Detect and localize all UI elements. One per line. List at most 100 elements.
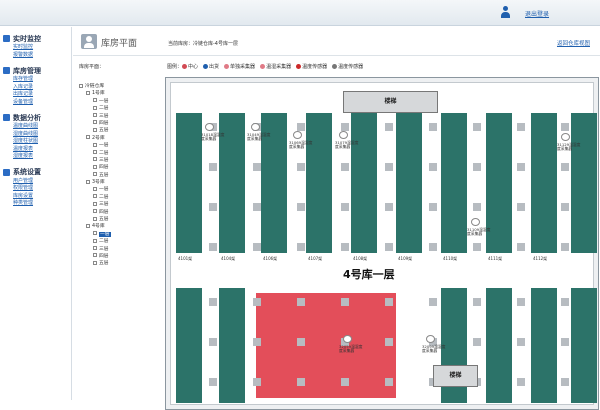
storage-rack[interactable]	[571, 288, 597, 403]
storage-rack[interactable]	[531, 288, 557, 403]
legend-swatch-icon	[296, 64, 302, 69]
sidebar-item[interactable]: 权限管理	[0, 185, 71, 193]
tree-expander-icon[interactable]	[93, 150, 97, 155]
sidebar-item[interactable]: 湿度曲线图	[0, 131, 71, 139]
tree-node[interactable]: 4号库	[79, 223, 159, 230]
tree-node[interactable]: 2号库	[79, 135, 159, 142]
tree-expander-icon[interactable]	[86, 179, 90, 184]
legend-swatch-icon	[260, 64, 266, 69]
tree-expander-icon[interactable]	[93, 172, 97, 177]
pillar	[561, 298, 569, 306]
tree-node[interactable]: 三层	[79, 201, 159, 208]
sidebar-item[interactable]: 报警数据	[0, 52, 71, 60]
nav-group-header[interactable]: 实时监控	[0, 33, 71, 44]
storage-rack[interactable]	[306, 113, 332, 253]
sensor-device-icon[interactable]	[426, 335, 435, 343]
storage-rack[interactable]	[396, 113, 422, 253]
tree-expander-icon[interactable]	[93, 201, 97, 206]
tree-expander-icon[interactable]	[93, 231, 97, 236]
pillar	[341, 243, 349, 251]
nav-group-header[interactable]: 库房管理	[0, 65, 71, 76]
sidebar-item[interactable]: 库存管理	[0, 76, 71, 84]
tree-node[interactable]: 一层	[79, 142, 159, 149]
pillar	[517, 203, 525, 211]
tree-node[interactable]: 二层	[79, 238, 159, 245]
sidebar-item[interactable]: 设备管理	[0, 99, 71, 107]
sensor-device-icon[interactable]	[471, 218, 480, 226]
tree-node[interactable]: 四层	[79, 164, 159, 171]
sensor-device-icon[interactable]	[561, 133, 570, 141]
tree-node[interactable]: 冷链仓库	[79, 83, 159, 90]
sidebar-item[interactable]: 实时监控	[0, 44, 71, 52]
tree-node[interactable]: 五层	[79, 216, 159, 223]
tree-node[interactable]: 三层	[79, 113, 159, 120]
tree-node[interactable]: 四层	[79, 209, 159, 216]
tree-expander-icon[interactable]	[86, 135, 90, 140]
tree-expander-icon[interactable]	[93, 127, 97, 132]
tree-node[interactable]: 五层	[79, 127, 159, 134]
tree-node[interactable]: 五层	[79, 172, 159, 179]
tree-expander-icon[interactable]	[93, 194, 97, 199]
tree-node[interactable]: 五层	[79, 260, 159, 267]
tree-node[interactable]: 1号库	[79, 90, 159, 97]
sidebar-item[interactable]: 湿度柱状图	[0, 138, 71, 146]
tree-expander-icon[interactable]	[93, 120, 97, 125]
user-icon[interactable]	[500, 6, 511, 19]
tree-expander-icon[interactable]	[93, 253, 97, 258]
tree-expander-icon[interactable]	[93, 113, 97, 118]
tree-node[interactable]: 四层	[79, 120, 159, 127]
pillar	[429, 243, 437, 251]
tree-node[interactable]: 一层	[79, 231, 159, 238]
sidebar-item[interactable]: 出库记录	[0, 91, 71, 99]
tree-expander-icon[interactable]	[86, 223, 90, 228]
tree-node[interactable]: 一层	[79, 186, 159, 193]
tree-expander-icon[interactable]	[86, 90, 90, 95]
sidebar-item[interactable]: 种类管理	[0, 200, 71, 208]
sensor-device-icon[interactable]	[251, 123, 260, 131]
tree-expander-icon[interactable]	[93, 98, 97, 103]
storage-rack[interactable]	[351, 113, 377, 253]
sensor-device-icon[interactable]	[293, 131, 302, 139]
tree-expander-icon[interactable]	[93, 142, 97, 147]
tree-expander-icon[interactable]	[93, 246, 97, 251]
tree-node[interactable]: 二层	[79, 150, 159, 157]
tree-expander-icon[interactable]	[93, 157, 97, 162]
tree-node[interactable]: 二层	[79, 194, 159, 201]
tree-node[interactable]: 二层	[79, 105, 159, 112]
tree-expander-icon[interactable]	[79, 83, 83, 88]
logout-link[interactable]: 退出登录	[525, 9, 549, 18]
tree-expander-icon[interactable]	[93, 238, 97, 243]
sidebar-item[interactable]: 入库记录	[0, 84, 71, 92]
back-to-warehouse-link[interactable]: 返回仓库视图	[557, 39, 590, 47]
tree-expander-icon[interactable]	[93, 105, 97, 110]
nav-group-header[interactable]: 数据分析	[0, 112, 71, 123]
sidebar-item[interactable]: 湿度报表	[0, 153, 71, 161]
nav-group-header[interactable]: 系统设置	[0, 167, 71, 178]
sensor-device-icon[interactable]	[343, 335, 352, 343]
tree-node[interactable]: 三层	[79, 157, 159, 164]
tree-node[interactable]: 四层	[79, 253, 159, 260]
alert-zone[interactable]	[256, 293, 396, 398]
sidebar-item[interactable]: 用户管理	[0, 178, 71, 186]
storage-rack[interactable]	[219, 288, 245, 403]
sidebar-item[interactable]: 库房设置	[0, 193, 71, 201]
storage-rack[interactable]	[531, 113, 557, 253]
tree-expander-icon[interactable]	[93, 186, 97, 191]
menu-section-icon	[3, 67, 10, 74]
sensor-device-icon[interactable]	[205, 123, 214, 131]
tree-expander-icon[interactable]	[93, 209, 97, 214]
sidebar-item[interactable]: 温度报表	[0, 146, 71, 154]
tree-node[interactable]: 一层	[79, 98, 159, 105]
tree-node[interactable]: 三层	[79, 246, 159, 253]
storage-rack[interactable]	[176, 288, 202, 403]
tree-expander-icon[interactable]	[93, 164, 97, 169]
tree-expander-icon[interactable]	[93, 260, 97, 265]
sidebar-item[interactable]: 温度曲线图	[0, 123, 71, 131]
storage-rack[interactable]	[176, 113, 202, 253]
storage-rack[interactable]	[441, 113, 467, 253]
storage-rack[interactable]	[571, 113, 597, 253]
tree-expander-icon[interactable]	[93, 216, 97, 221]
sensor-device-icon[interactable]	[339, 131, 348, 139]
storage-rack[interactable]	[486, 288, 512, 403]
tree-node[interactable]: 3号库	[79, 179, 159, 186]
